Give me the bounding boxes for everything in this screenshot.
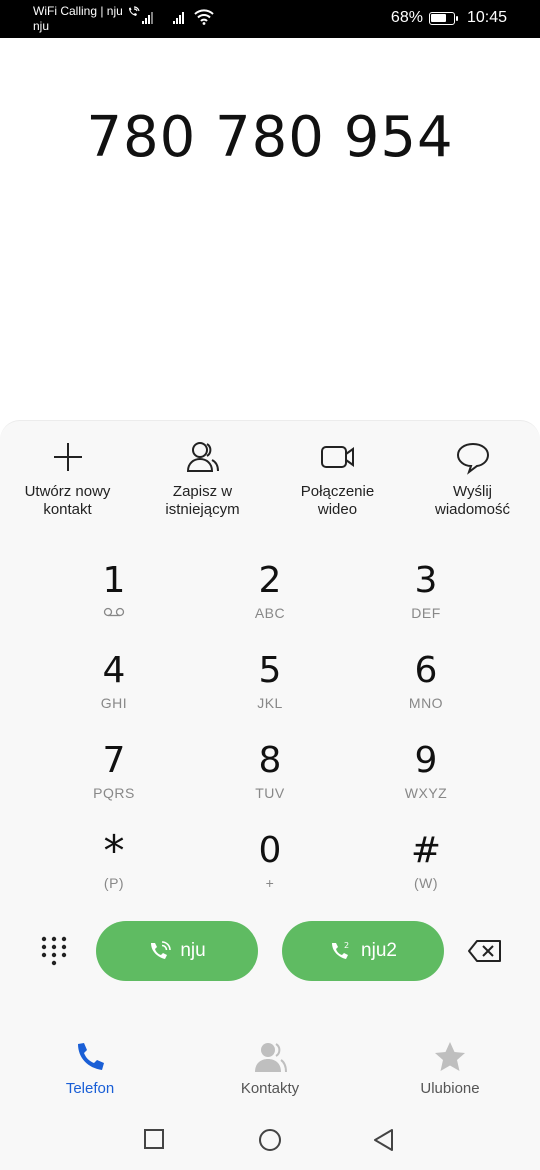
- key-star[interactable]: * (P): [54, 826, 174, 911]
- signal-icon-2: [173, 10, 184, 24]
- message-icon: [456, 442, 489, 475]
- key-1[interactable]: 1: [54, 561, 174, 641]
- key-digit: 6: [414, 650, 438, 691]
- nav-contacts-tab[interactable]: Kontakty: [210, 1040, 330, 1097]
- save-existing-button[interactable]: Zapisz w istniejącym: [135, 439, 270, 519]
- key-letters: JKL: [257, 695, 283, 711]
- key-letters: (W): [413, 875, 439, 891]
- key-2[interactable]: 2 ABC: [210, 561, 330, 641]
- save-existing-label-1: Zapisz w: [172, 483, 233, 500]
- phone-sim2-icon: 2: [332, 941, 349, 959]
- wifi-call-icon: [151, 941, 172, 959]
- key-letters: (P): [103, 875, 125, 891]
- key-7[interactable]: 7 PQRS: [54, 741, 174, 821]
- home-icon[interactable]: [258, 1128, 282, 1152]
- key-letters: ABC: [254, 605, 286, 621]
- key-letters: WXYZ: [404, 785, 448, 801]
- call-row: nju 2 nju2: [0, 921, 540, 985]
- dialed-number[interactable]: 780 780 954: [0, 105, 540, 170]
- phone-icon: [78, 1043, 104, 1070]
- key-digit: 0: [258, 830, 282, 871]
- nav-phone-tab[interactable]: Telefon: [30, 1040, 150, 1097]
- video-call-label-1: Połączenie: [300, 483, 375, 500]
- nav-favorites-tab[interactable]: Ulubione: [390, 1040, 510, 1097]
- video-call-label-2: wideo: [317, 501, 358, 518]
- battery-percent: 68%: [390, 9, 423, 26]
- nav-favorites-label: Ulubione: [420, 1080, 480, 1097]
- svg-text:2: 2: [344, 941, 349, 950]
- key-digit: 5: [258, 650, 282, 691]
- video-icon: [320, 446, 354, 468]
- carrier-line2: nju: [33, 19, 50, 33]
- backspace-icon[interactable]: [467, 939, 503, 963]
- dial-panel: Utwórz nowy kontakt Zapisz w istniejącym…: [0, 420, 540, 1030]
- nav-phone-label: Telefon: [65, 1080, 115, 1097]
- signal-icon: [142, 10, 153, 24]
- send-message-button[interactable]: Wyślij wiadomość: [405, 439, 540, 519]
- key-5[interactable]: 5 JKL: [210, 651, 330, 731]
- send-message-label-1: Wyślij: [452, 483, 493, 500]
- carrier-line1: WiFi Calling | nju: [33, 4, 123, 18]
- contacts-icon: [255, 1043, 287, 1073]
- key-digit: 4: [102, 650, 126, 691]
- video-call-button[interactable]: Połączenie wideo: [270, 439, 405, 519]
- dialpad-icon[interactable]: [40, 935, 68, 969]
- key-digit: 2: [258, 560, 282, 601]
- recents-icon[interactable]: [143, 1128, 165, 1150]
- system-nav-bar: [0, 1110, 540, 1170]
- key-hash[interactable]: # (W): [366, 831, 486, 911]
- key-digit: 7: [102, 740, 126, 781]
- key-letters: MNO: [408, 695, 444, 711]
- plus-icon: [53, 443, 82, 471]
- back-icon[interactable]: [372, 1128, 396, 1152]
- create-contact-label-2: kontakt: [43, 501, 92, 518]
- key-digit: 9: [414, 740, 438, 781]
- key-letters: PQRS: [93, 785, 135, 801]
- person-add-icon: [186, 442, 219, 472]
- key-letters: DEF: [411, 605, 441, 621]
- key-letters: GHI: [100, 695, 128, 711]
- send-message-label-2: wiadomość: [434, 501, 511, 518]
- key-3[interactable]: 3 DEF: [366, 561, 486, 641]
- key-6[interactable]: 6 MNO: [366, 651, 486, 731]
- call-sim1-label: nju: [180, 940, 206, 961]
- key-digit: 8: [258, 740, 282, 781]
- key-9[interactable]: 9 WXYZ: [366, 741, 486, 821]
- key-letters: +: [265, 875, 275, 891]
- key-digit: 1: [102, 560, 126, 601]
- key-digit: *: [103, 826, 125, 875]
- call-sim1-button[interactable]: nju: [96, 921, 258, 981]
- key-letters: TUV: [255, 785, 285, 801]
- key-digit: 3: [414, 560, 438, 601]
- wifi-icon: [194, 9, 214, 25]
- wifi-calling-icon: [128, 5, 140, 16]
- key-0[interactable]: 0 +: [210, 831, 330, 911]
- key-8[interactable]: 8 TUV: [210, 741, 330, 821]
- clock: 10:45: [466, 9, 507, 26]
- key-4[interactable]: 4 GHI: [54, 651, 174, 731]
- create-contact-label-1: Utwórz nowy: [24, 483, 111, 500]
- call-sim2-button[interactable]: 2 nju2: [282, 921, 444, 981]
- key-digit: #: [410, 830, 442, 871]
- carrier-info: WiFi Calling | nju nju: [33, 4, 140, 34]
- quick-actions: Utwórz nowy kontakt Zapisz w istniejącym…: [0, 439, 540, 529]
- status-bar: WiFi Calling | nju nju 68% 10:45: [0, 0, 540, 38]
- create-contact-button[interactable]: Utwórz nowy kontakt: [0, 439, 135, 519]
- battery-icon: [428, 11, 458, 25]
- call-sim2-label: nju2: [361, 940, 397, 961]
- voicemail-icon: [103, 607, 125, 617]
- save-existing-label-2: istniejącym: [165, 501, 240, 518]
- star-icon: [435, 1042, 465, 1071]
- nav-contacts-label: Kontakty: [240, 1080, 300, 1097]
- bottom-nav: Telefon Kontakty Ulubione: [0, 1030, 540, 1110]
